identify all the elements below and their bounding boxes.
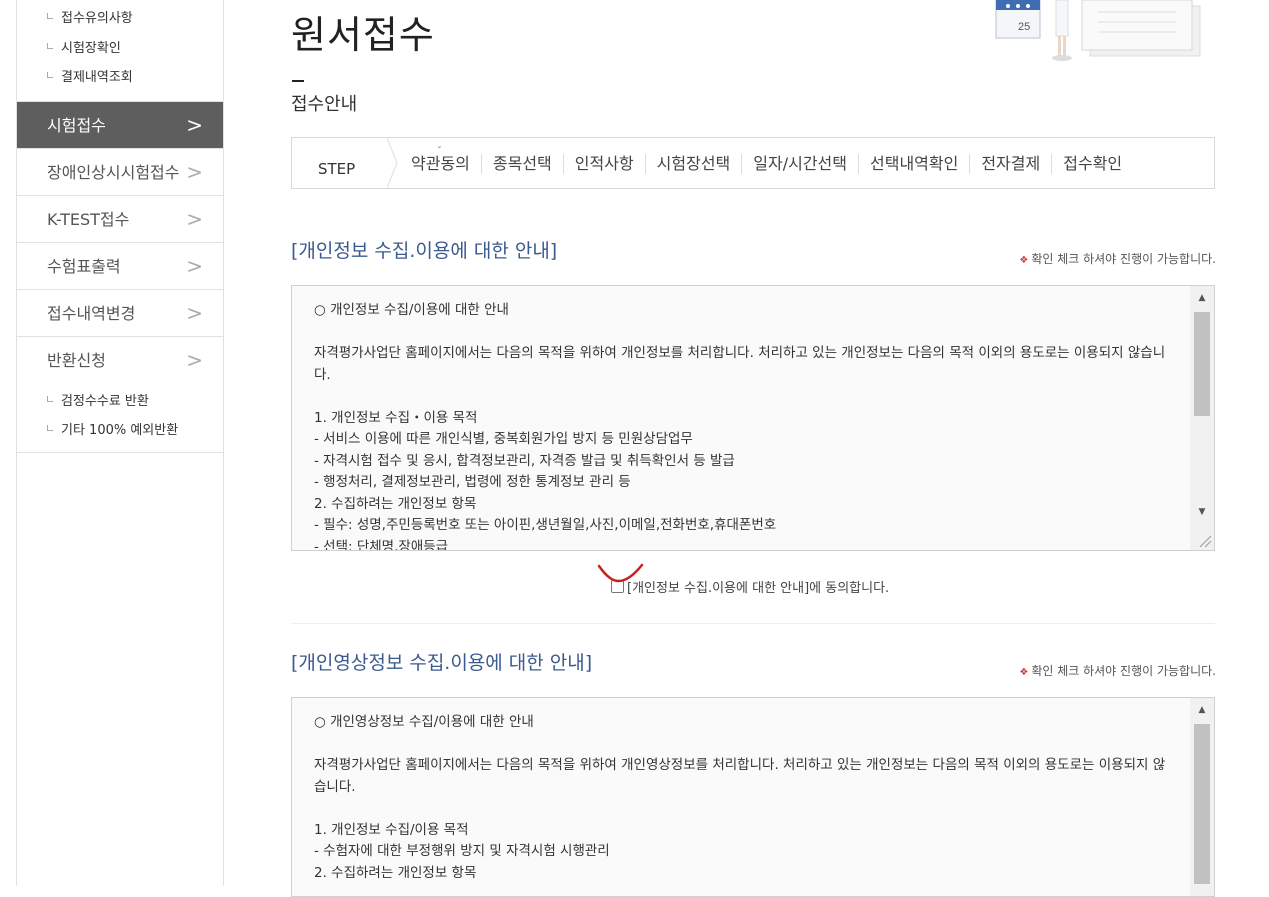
sidebar-subitem-other-refund[interactable]: 기타 100% 예외반환 xyxy=(47,416,223,446)
person-figure xyxy=(1052,0,1072,61)
video-text: ○ 개인영상정보 수집/이용에 대한 안내 자격평가사업단 홈페이지에서는 다음… xyxy=(314,714,1166,881)
video-textarea[interactable]: ○ 개인영상정보 수집/이용에 대한 안내 자격평가사업단 홈페이지에서는 다음… xyxy=(291,697,1215,897)
step-personal: 인적사항 xyxy=(562,154,645,174)
step-divider-arrow xyxy=(387,138,398,188)
page-title: 원서접수 xyxy=(291,13,435,57)
sidebar-item-ktest[interactable]: K-TEST접수 > xyxy=(17,194,223,242)
resize-grip-icon[interactable] xyxy=(1194,530,1212,548)
header-illustration: 25 xyxy=(995,0,1201,61)
section-divider xyxy=(291,623,1215,624)
sidebar-item-admission-print[interactable]: 수험표출력 > xyxy=(17,241,223,289)
sidebar-subitem-notice[interactable]: 접수유의사항 xyxy=(47,4,223,34)
video-scrollbar[interactable]: ▲ xyxy=(1190,698,1214,896)
sub-bullet-icon xyxy=(47,395,53,402)
step-datetime: 일자/시간선택 xyxy=(741,154,858,174)
scroll-thumb[interactable] xyxy=(1194,312,1210,416)
step-indicator: STEP ˇ 약관동의 종목선택 인적사항 시험장선택 일자/시간선택 선택내역확… xyxy=(291,137,1215,189)
scroll-up-icon[interactable]: ▲ xyxy=(1190,288,1214,308)
chevron-right-icon: > xyxy=(186,206,203,231)
required-mark-icon: ❖ xyxy=(1019,255,1029,266)
step-terms: ˇ 약관동의 xyxy=(411,146,481,174)
scroll-thumb[interactable] xyxy=(1194,724,1210,884)
privacy-textarea[interactable]: ○ 개인정보 수집/이용에 대한 안내 자격평가사업단 홈페이지에서는 다음의 … xyxy=(291,285,1215,551)
sidebar-subitem-fee-refund[interactable]: 검정수수료 반환 xyxy=(47,387,223,417)
annotation-check-mark xyxy=(597,563,644,583)
chevron-right-icon: > xyxy=(186,253,203,278)
scroll-up-icon[interactable]: ▲ xyxy=(1190,700,1214,720)
privacy-agree-label: [개인정보 수집.이용에 대한 안내]에 동의합니다. xyxy=(627,581,890,596)
chevron-right-icon: > xyxy=(186,300,203,325)
calendar-icon: 25 xyxy=(995,0,1041,39)
step-review: 선택내역확인 xyxy=(858,154,969,174)
sidebar-subitem-payment[interactable]: 결제내역조회 xyxy=(47,63,223,93)
chevron-right-icon: > xyxy=(186,112,203,137)
sidebar-divider xyxy=(17,451,223,453)
privacy-title: [개인정보 수집.이용에 대한 안내] xyxy=(291,240,558,262)
sidebar-bottom-sublist: 검정수수료 반환 기타 100% 예외반환 xyxy=(17,383,223,452)
privacy-text: ○ 개인정보 수집/이용에 대한 안내 자격평가사업단 홈페이지에서는 다음의 … xyxy=(314,302,1166,551)
documents-icon xyxy=(1081,0,1201,57)
video-notice: ❖ 확인 체크 하셔야 진행이 가능합니다. xyxy=(1019,664,1216,678)
privacy-notice: ❖ 확인 체크 하셔야 진행이 가능합니다. xyxy=(1019,252,1216,266)
chevron-right-icon: > xyxy=(186,347,203,372)
sidebar-item-exam-registration[interactable]: 시험접수 > xyxy=(17,100,223,148)
sidebar-top-sublist: 접수유의사항 시험장확인 결제내역조회 xyxy=(17,0,223,101)
step-confirm: 접수확인 xyxy=(1051,154,1133,174)
sub-bullet-icon xyxy=(47,72,53,78)
section-label: 접수안내 xyxy=(291,94,358,115)
current-step-caret-icon: ˇ xyxy=(437,146,442,157)
title-underline xyxy=(292,80,304,82)
privacy-agree[interactable]: [개인정보 수집.이용에 대한 안내]에 동의합니다. xyxy=(611,577,889,596)
sidebar-item-refund[interactable]: 반환신청 > xyxy=(17,335,223,383)
step-label: STEP xyxy=(318,160,356,178)
sidebar-subitem-venue[interactable]: 시험장확인 xyxy=(47,34,223,64)
sidebar-item-change[interactable]: 접수내역변경 > xyxy=(17,288,223,336)
sub-bullet-icon xyxy=(47,13,53,19)
sidebar-item-disabled-registration[interactable]: 장애인상시시험접수 > xyxy=(17,147,223,195)
step-payment: 전자결제 xyxy=(969,154,1051,174)
sub-bullet-icon xyxy=(47,42,53,49)
step-subject: 종목선택 xyxy=(480,154,563,174)
sidebar: 접수유의사항 시험장확인 결제내역조회 시험접수 > 장애인상시시험접수 > K-T… xyxy=(16,0,224,886)
required-mark-icon: ❖ xyxy=(1019,667,1029,678)
step-venue: 시험장선택 xyxy=(644,154,742,174)
sub-bullet-icon xyxy=(47,425,53,431)
step-list: ˇ 약관동의 종목선택 인적사항 시험장선택 일자/시간선택 선택내역확인 전자결… xyxy=(411,146,1133,174)
privacy-scrollbar[interactable]: ▲ ▼ xyxy=(1190,286,1214,550)
chevron-right-icon: > xyxy=(186,159,203,184)
calendar-day: 25 xyxy=(1018,21,1030,33)
scroll-down-icon[interactable]: ▼ xyxy=(1190,502,1214,522)
video-title: [개인영상정보 수집.이용에 대한 안내] xyxy=(291,652,593,674)
